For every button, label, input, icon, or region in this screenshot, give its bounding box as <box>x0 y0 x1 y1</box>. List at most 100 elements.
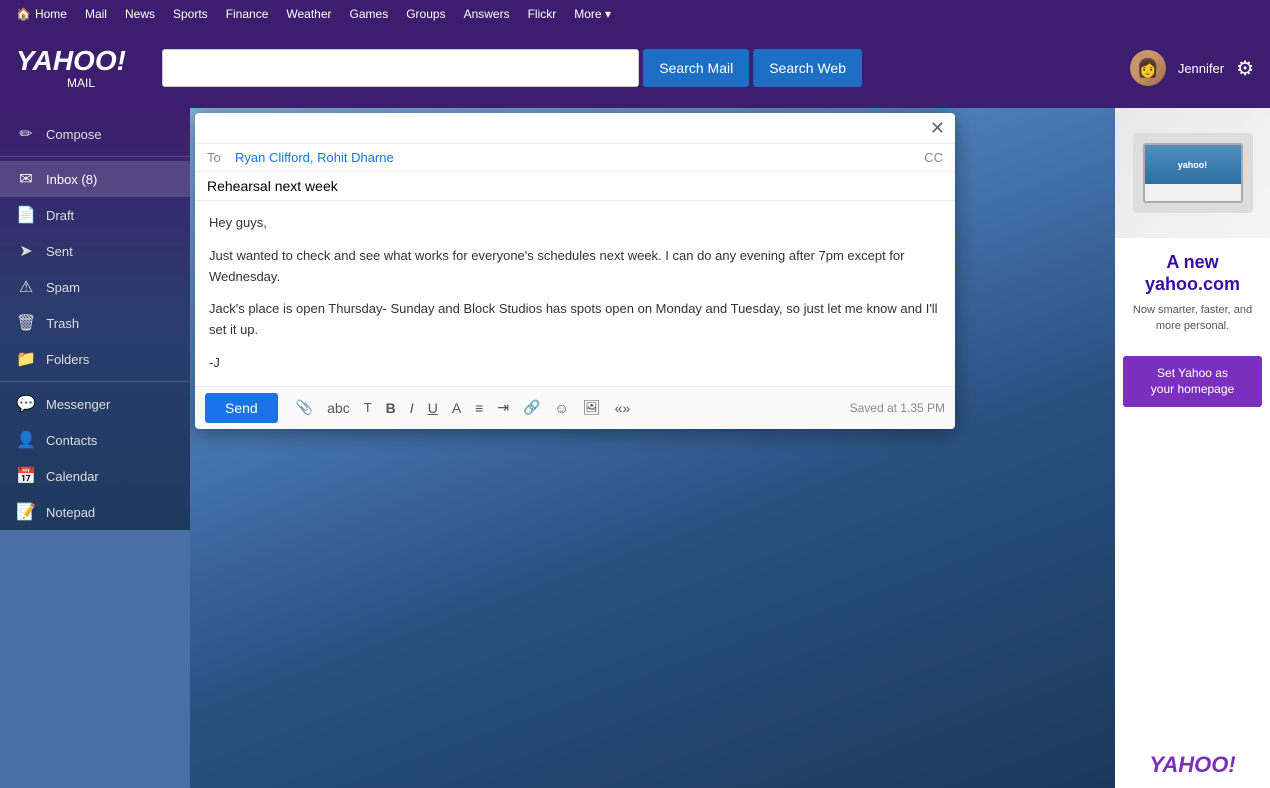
calendar-label: Calendar <box>46 469 99 484</box>
expand-icon[interactable]: «» <box>611 398 635 418</box>
messenger-label: Messenger <box>46 397 110 412</box>
ad-image: yahoo! <box>1115 108 1270 238</box>
nav-home-label: Home <box>35 7 67 21</box>
to-label: To <box>207 150 227 165</box>
sidebar-item-notepad[interactable]: 📝 Notepad <box>0 494 190 530</box>
font-color-icon[interactable]: A <box>448 398 465 418</box>
sidebar-item-calendar[interactable]: 📅 Calendar <box>0 458 190 494</box>
ad-panel: yahoo! A new yahoo.com Now smarter, fast… <box>1115 108 1270 788</box>
nav-news[interactable]: News <box>117 3 163 25</box>
compose-modal-header: ✕ <box>195 113 955 144</box>
main-layout: ✏ Compose ✉ Inbox (8) 📄 Draft ➤ Sent ⚠ <box>0 108 1270 788</box>
nav-mail[interactable]: Mail <box>77 3 115 25</box>
set-homepage-button[interactable]: Set Yahoo as your homepage <box>1123 356 1263 407</box>
notepad-label: Notepad <box>46 505 95 520</box>
header-right: 👩 Jennifer ⚙ <box>1130 50 1254 86</box>
font-size-icon[interactable]: T <box>360 398 376 417</box>
nav-groups[interactable]: Groups <box>398 3 453 25</box>
nav-home[interactable]: 🏠 Home <box>8 3 75 25</box>
draft-label: Draft <box>46 208 74 223</box>
nav-answers[interactable]: Answers <box>456 3 518 25</box>
messenger-icon: 💬 <box>16 394 36 414</box>
settings-icon[interactable]: ⚙ <box>1236 56 1254 81</box>
ad-headline: A new yahoo.com <box>1127 252 1258 295</box>
content-area: ✕ To Ryan Clifford, Rohit Dharne CC Rehe… <box>190 108 1115 788</box>
sidebar-item-sent[interactable]: ➤ Sent <box>0 233 190 269</box>
search-web-button[interactable]: Search Web <box>753 49 862 87</box>
indent-icon[interactable]: ⇥ <box>493 397 513 418</box>
spell-check-icon[interactable]: abc <box>323 398 354 418</box>
sidebar-item-folders[interactable]: 📁 Folders <box>0 341 190 377</box>
search-mail-button[interactable]: Search Mail <box>643 49 749 87</box>
ad-subtext: Now smarter, faster, and more personal. <box>1127 303 1258 334</box>
sidebar-wrapper: ✏ Compose ✉ Inbox (8) 📄 Draft ➤ Sent ⚠ <box>0 108 190 788</box>
user-name: Jennifer <box>1178 61 1224 76</box>
cta-label: Set Yahoo as your homepage <box>1151 366 1234 396</box>
sidebar-divider-1 <box>0 156 190 157</box>
attach-icon[interactable]: 📎 <box>292 397 317 418</box>
link-icon[interactable]: 🔗 <box>519 397 544 418</box>
subject-field[interactable]: Rehearsal next week <box>195 172 955 201</box>
compose-modal: ✕ To Ryan Clifford, Rohit Dharne CC Rehe… <box>195 113 955 429</box>
italic-icon[interactable]: I <box>406 398 418 418</box>
folders-label: Folders <box>46 352 89 367</box>
image-icon[interactable]: 🖼 <box>579 397 605 418</box>
bold-icon[interactable]: B <box>382 398 400 418</box>
sidebar-item-contacts[interactable]: 👤 Contacts <box>0 422 190 458</box>
sent-icon: ➤ <box>16 241 36 261</box>
spam-icon: ⚠ <box>16 277 36 297</box>
close-button[interactable]: ✕ <box>930 119 945 137</box>
body-line2: Just wanted to check and see what works … <box>209 246 941 288</box>
compose-icon: ✏ <box>16 124 36 144</box>
spam-label: Spam <box>46 280 80 295</box>
compose-button[interactable]: ✏ Compose <box>0 116 190 152</box>
calendar-icon: 📅 <box>16 466 36 486</box>
sidebar-divider-2 <box>0 381 190 382</box>
home-icon: 🏠 <box>16 7 31 21</box>
ad-yahoo-logo: YAHOO! <box>1139 742 1245 788</box>
avatar[interactable]: 👩 <box>1130 50 1166 86</box>
sidebar-item-spam[interactable]: ⚠ Spam <box>0 269 190 305</box>
notepad-icon: 📝 <box>16 502 36 522</box>
email-body[interactable]: Hey guys, Just wanted to check and see w… <box>195 201 955 386</box>
cc-label[interactable]: CC <box>924 150 943 165</box>
header: YAHOO! MAIL Search Mail Search Web 👩 Jen… <box>0 28 1270 108</box>
inbox-icon: ✉ <box>16 169 36 189</box>
nav-weather[interactable]: Weather <box>278 3 339 25</box>
nav-sports[interactable]: Sports <box>165 3 216 25</box>
trash-icon: 🗑 <box>16 313 36 333</box>
nav-flickr[interactable]: Flickr <box>520 3 565 25</box>
sidebar-item-messenger[interactable]: 💬 Messenger <box>0 386 190 422</box>
nav-finance[interactable]: Finance <box>218 3 277 25</box>
sidebar-item-draft[interactable]: 📄 Draft <box>0 197 190 233</box>
sent-label: Sent <box>46 244 73 259</box>
yahoo-logo: YAHOO! MAIL <box>16 47 146 89</box>
body-line1: Hey guys, <box>209 213 941 234</box>
sidebar: ✏ Compose ✉ Inbox (8) 📄 Draft ➤ Sent ⚠ <box>0 108 190 530</box>
nav-more[interactable]: More ▾ <box>566 3 619 25</box>
body-line3: Jack's place is open Thursday- Sunday an… <box>209 299 941 341</box>
to-field: To Ryan Clifford, Rohit Dharne CC <box>195 144 955 172</box>
inbox-label: Inbox (8) <box>46 172 97 187</box>
bullet-list-icon[interactable]: ≡ <box>471 398 487 418</box>
compose-label: Compose <box>46 127 102 142</box>
underline-icon[interactable]: U <box>424 398 442 418</box>
sidebar-item-inbox[interactable]: ✉ Inbox (8) <box>0 161 190 197</box>
yahoo-logo-text: YAHOO! <box>16 45 126 76</box>
sidebar-item-trash[interactable]: 🗑 Trash <box>0 305 190 341</box>
saved-status: Saved at 1.35 PM <box>850 401 945 415</box>
send-button[interactable]: Send <box>205 393 278 423</box>
compose-toolbar: Send 📎 abc T B I U A ≡ ⇥ 🔗 ☺ 🖼 «» Saved … <box>195 386 955 429</box>
body-line4: -J <box>209 353 941 374</box>
ad-text: A new yahoo.com Now smarter, faster, and… <box>1115 238 1270 348</box>
contacts-label: Contacts <box>46 433 97 448</box>
emoji-icon[interactable]: ☺ <box>551 398 573 418</box>
folders-icon: 📁 <box>16 349 36 369</box>
contacts-icon: 👤 <box>16 430 36 450</box>
nav-games[interactable]: Games <box>342 3 397 25</box>
mail-logo-sub: MAIL <box>16 77 146 89</box>
draft-icon: 📄 <box>16 205 36 225</box>
subject-text: Rehearsal next week <box>207 178 338 194</box>
search-input[interactable] <box>162 49 639 87</box>
to-recipients[interactable]: Ryan Clifford, Rohit Dharne <box>235 150 924 165</box>
